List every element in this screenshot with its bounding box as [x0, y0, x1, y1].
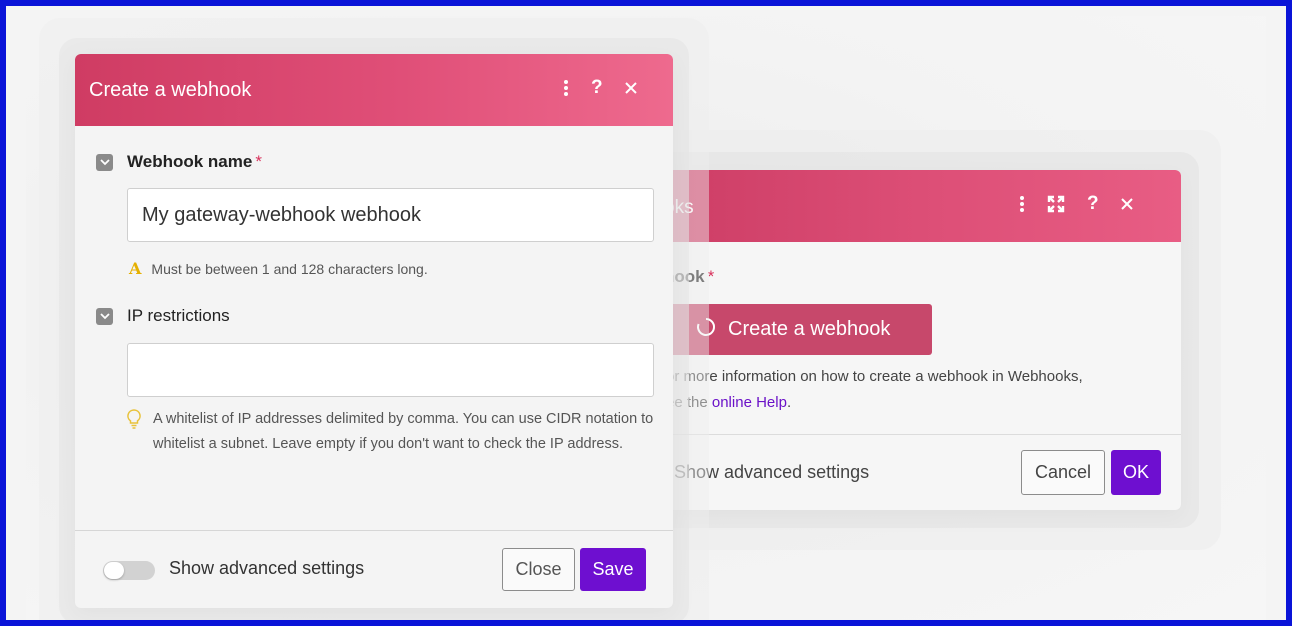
ip-restrictions-hint: A whitelist of IP addresses delimited by… — [127, 407, 657, 457]
advanced-settings-toggle[interactable] — [103, 561, 155, 580]
ip-restrictions-label: IP restrictions — [127, 306, 230, 325]
webhooks-help-text: or more information on how to create a w… — [666, 364, 1156, 416]
create-webhook-button-label: Create a webhook — [728, 318, 891, 340]
help-text-suffix: . — [786, 394, 792, 411]
create-webhook-button[interactable]: Create a webhook — [666, 304, 932, 355]
close-icon[interactable] — [624, 76, 637, 100]
webhook-name-hint: A Must be between 1 and 128 characters l… — [129, 259, 428, 278]
create-webhook-dialog-header: Create a webhook ? — [75, 54, 673, 126]
loading-spinner-icon — [696, 317, 716, 343]
save-button[interactable]: Save — [580, 548, 646, 591]
lightbulb-icon — [127, 409, 141, 457]
warning-icon: A — [129, 259, 142, 278]
online-help-link[interactable]: online Help — [712, 394, 787, 411]
cancel-button[interactable]: Cancel — [1021, 450, 1105, 495]
webhooks-advanced-settings-label[interactable]: Show advanced settings — [674, 462, 869, 483]
create-webhook-dialog: Create a webhook ? Webhook name * My gate… — [75, 54, 673, 608]
webhook-name-collapse-checkbox[interactable] — [96, 154, 113, 171]
close-button[interactable]: Close — [502, 548, 575, 591]
more-options-icon[interactable] — [563, 76, 569, 100]
maximize-icon[interactable] — [1047, 192, 1065, 216]
help-icon[interactable]: ? — [1087, 192, 1099, 216]
ip-restrictions-input[interactable] — [127, 343, 654, 397]
screenshot-frame: oks ? hook * Create a webhook or more in… — [0, 0, 1292, 626]
create-webhook-header-icons: ? — [563, 76, 637, 100]
create-webhook-dialog-title: Create a webhook — [89, 79, 252, 101]
webhook-name-label-text: Webhook name — [127, 152, 253, 171]
webhook-name-label: Webhook name * — [127, 152, 262, 172]
webhooks-dialog-header-icons: ? — [1019, 192, 1133, 216]
ip-restrictions-collapse-checkbox[interactable] — [96, 308, 113, 325]
help-icon[interactable]: ? — [591, 76, 603, 100]
close-icon[interactable] — [1120, 192, 1133, 216]
advanced-settings-label[interactable]: Show advanced settings — [169, 558, 364, 579]
more-options-icon[interactable] — [1019, 192, 1025, 216]
ip-restrictions-hint-text: A whitelist of IP addresses delimited by… — [153, 411, 654, 452]
advanced-settings-toggle-knob — [104, 562, 124, 579]
required-mark: * — [255, 152, 262, 171]
help-text-line-1: or more information on how to create a w… — [666, 368, 1083, 385]
webhook-name-hint-text: Must be between 1 and 128 characters lon… — [151, 260, 428, 277]
required-mark: * — [707, 267, 715, 286]
create-webhook-footer-divider — [75, 530, 673, 531]
ok-button[interactable]: OK — [1111, 450, 1161, 495]
webhook-name-input[interactable]: My gateway-webhook webhook — [127, 188, 654, 242]
